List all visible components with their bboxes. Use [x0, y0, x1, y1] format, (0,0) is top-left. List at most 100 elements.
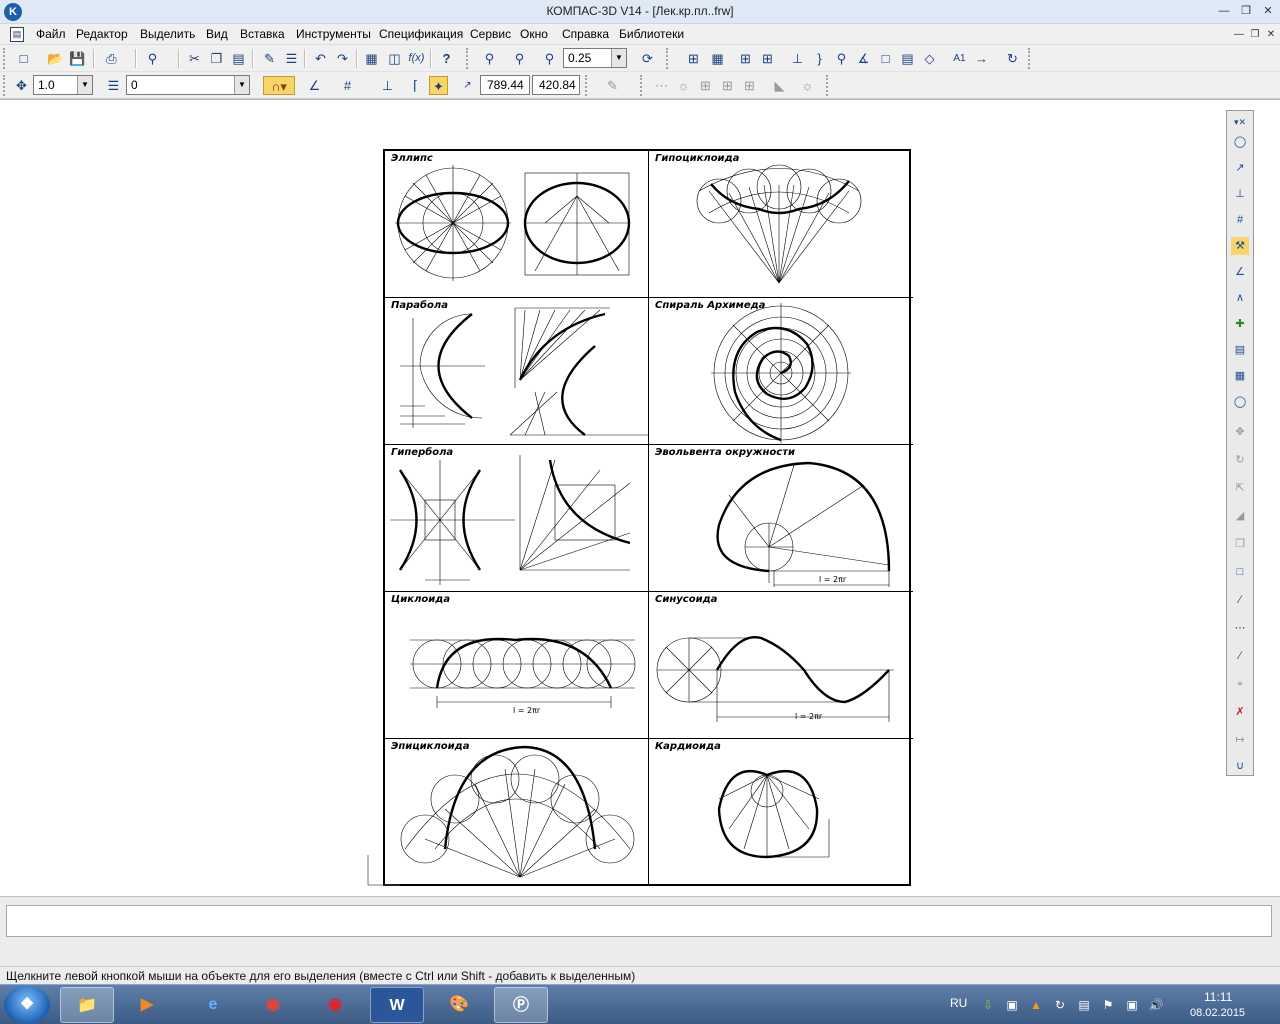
- insert-view-icon[interactable]: ⊞: [758, 49, 777, 68]
- menu-view[interactable]: Вид: [206, 27, 228, 41]
- copy-properties-icon[interactable]: ✎: [260, 49, 279, 68]
- menu-file[interactable]: Файл: [36, 27, 66, 41]
- menu-insert[interactable]: Вставка: [240, 27, 285, 41]
- clock-time[interactable]: 11:11: [1204, 990, 1232, 1004]
- toolbar-grip[interactable]: [3, 48, 9, 69]
- toolbar-grip[interactable]: [1028, 48, 1034, 69]
- zoom-combo[interactable]: 0.25 ▼: [563, 48, 627, 68]
- deform-icon[interactable]: □: [1231, 563, 1249, 581]
- chevron-down-icon[interactable]: ▼: [234, 76, 249, 94]
- internet-explorer-task-icon[interactable]: e: [186, 987, 240, 1023]
- command-field[interactable]: [6, 905, 1272, 937]
- path-array-icon[interactable]: ⊞: [740, 76, 759, 95]
- copy-array-icon[interactable]: ⊞: [718, 76, 737, 95]
- network-tray-icon[interactable]: ▤: [1076, 997, 1092, 1013]
- delete-icon[interactable]: ✗: [1231, 703, 1249, 721]
- split-icon[interactable]: ∕: [1231, 647, 1249, 665]
- toolbar-grip[interactable]: [666, 48, 672, 69]
- tray-icon[interactable]: ▣: [1004, 997, 1020, 1013]
- geometry-icon[interactable]: ◯: [1231, 133, 1249, 151]
- align-icon[interactable]: ↦: [1231, 731, 1249, 749]
- roughness-icon[interactable]: ∡: [854, 49, 873, 68]
- library-icon[interactable]: ◯: [1231, 393, 1249, 411]
- designations-icon[interactable]: ⊥: [1231, 185, 1249, 203]
- function-icon[interactable]: f(x): [407, 49, 426, 68]
- paste-icon[interactable]: ▤: [229, 49, 248, 68]
- dimension-icon[interactable]: ⊞: [684, 49, 703, 68]
- trim-icon[interactable]: ⋯: [1231, 619, 1249, 637]
- break-icon[interactable]: ∕: [1231, 591, 1249, 609]
- collapse-icon[interactable]: ∪: [1231, 757, 1249, 775]
- toolbar-grip[interactable]: [826, 75, 832, 96]
- coord-x-field[interactable]: 789.44: [480, 75, 530, 95]
- grid-icon[interactable]: #: [338, 76, 357, 95]
- measure-icon[interactable]: ∠: [1231, 263, 1249, 281]
- menu-window[interactable]: Окно: [520, 27, 548, 41]
- tolerance-icon[interactable]: □: [876, 49, 895, 68]
- dimensions-icon[interactable]: ↗: [1231, 159, 1249, 177]
- maximize-button[interactable]: ❐: [1238, 4, 1254, 18]
- grid-array-icon[interactable]: ⊞: [696, 76, 715, 95]
- coord-y-field[interactable]: 420.84: [532, 75, 580, 95]
- panel-menu-icon[interactable]: ▾✕: [1231, 113, 1249, 131]
- copy-icon[interactable]: ❐: [207, 49, 226, 68]
- sync-tray-icon[interactable]: ↻: [1052, 997, 1068, 1013]
- layers-icon[interactable]: ☰: [104, 76, 123, 95]
- edit-icon[interactable]: #: [1231, 211, 1249, 229]
- spec-icon[interactable]: ✚: [1231, 315, 1249, 333]
- toolbar-grip[interactable]: [585, 75, 591, 96]
- explorer-task-icon[interactable]: 📁: [60, 987, 114, 1023]
- drawing-canvas[interactable]: Эллипс Гипоциклоида Парабола Спираль Арх…: [0, 99, 1280, 896]
- clock-date[interactable]: 08.02.2015: [1190, 1007, 1245, 1019]
- download-tray-icon[interactable]: ⇩: [980, 997, 996, 1013]
- save-icon[interactable]: 💾: [68, 49, 87, 68]
- menu-tools[interactable]: Инструменты: [296, 27, 371, 41]
- doc-minimize-button[interactable]: —: [1232, 28, 1246, 41]
- menu-select[interactable]: Выделить: [140, 27, 195, 41]
- menu-help[interactable]: Справка: [562, 27, 609, 41]
- layer-combo[interactable]: 0 ▼: [126, 75, 250, 95]
- menu-specification[interactable]: Спецификация: [379, 27, 463, 41]
- ccleaner-task-icon[interactable]: ◉: [308, 987, 362, 1023]
- document-icon[interactable]: ▤: [10, 27, 24, 42]
- print-icon[interactable]: ⎙: [102, 49, 121, 68]
- base-icon[interactable]: ⊥: [788, 49, 807, 68]
- snaps-icon[interactable]: ✦: [429, 76, 448, 95]
- mirror-icon[interactable]: ◣: [770, 76, 789, 95]
- insert-icon[interactable]: ▦: [1231, 367, 1249, 385]
- variables-icon[interactable]: ◫: [385, 49, 404, 68]
- redo-icon[interactable]: ↷: [333, 49, 352, 68]
- print-preview-icon[interactable]: ⚲: [143, 49, 162, 68]
- round-icon[interactable]: ⌈: [406, 76, 425, 95]
- zoom-scale-icon[interactable]: ⚲: [540, 49, 559, 68]
- menu-service[interactable]: Сервис: [470, 27, 511, 41]
- close-button[interactable]: ✕: [1260, 4, 1276, 18]
- array-icon[interactable]: ⋯: [652, 76, 671, 95]
- paint-task-icon[interactable]: 🎨: [432, 987, 486, 1023]
- menu-libraries[interactable]: Библиотеки: [619, 27, 684, 41]
- display-tray-icon[interactable]: ▣: [1124, 997, 1140, 1013]
- select-icon[interactable]: ∧: [1231, 289, 1249, 307]
- bracket-icon[interactable]: }: [810, 49, 829, 68]
- open-folder-icon[interactable]: 📂: [46, 49, 65, 68]
- menu-edit[interactable]: Редактор: [76, 27, 128, 41]
- doc-restore-button[interactable]: ❐: [1248, 28, 1262, 41]
- cut-icon[interactable]: ✂: [185, 49, 204, 68]
- move-icon[interactable]: ✥: [1231, 423, 1249, 441]
- circle-array-icon[interactable]: ☼: [674, 76, 693, 95]
- toolbar-grip[interactable]: [640, 75, 646, 96]
- manager-icon[interactable]: ▦: [362, 49, 381, 68]
- mark-icon[interactable]: ▤: [898, 49, 917, 68]
- reports-icon[interactable]: ▤: [1231, 341, 1249, 359]
- rotate-icon[interactable]: ↻: [1231, 451, 1249, 469]
- table-icon[interactable]: ⊞: [736, 49, 755, 68]
- language-indicator[interactable]: RU: [950, 996, 967, 1010]
- chevron-down-icon[interactable]: ▼: [77, 76, 92, 94]
- parametric-icon[interactable]: ☼: [798, 76, 817, 95]
- volume-tray-icon[interactable]: 🔊: [1148, 997, 1164, 1013]
- media-player-task-icon[interactable]: ▶: [120, 987, 174, 1023]
- copy-tool-icon[interactable]: ❐: [1231, 535, 1249, 553]
- toolbar-grip[interactable]: [466, 48, 472, 69]
- word-task-icon[interactable]: W: [370, 987, 424, 1023]
- scale-tool-icon[interactable]: ⇱: [1231, 479, 1249, 497]
